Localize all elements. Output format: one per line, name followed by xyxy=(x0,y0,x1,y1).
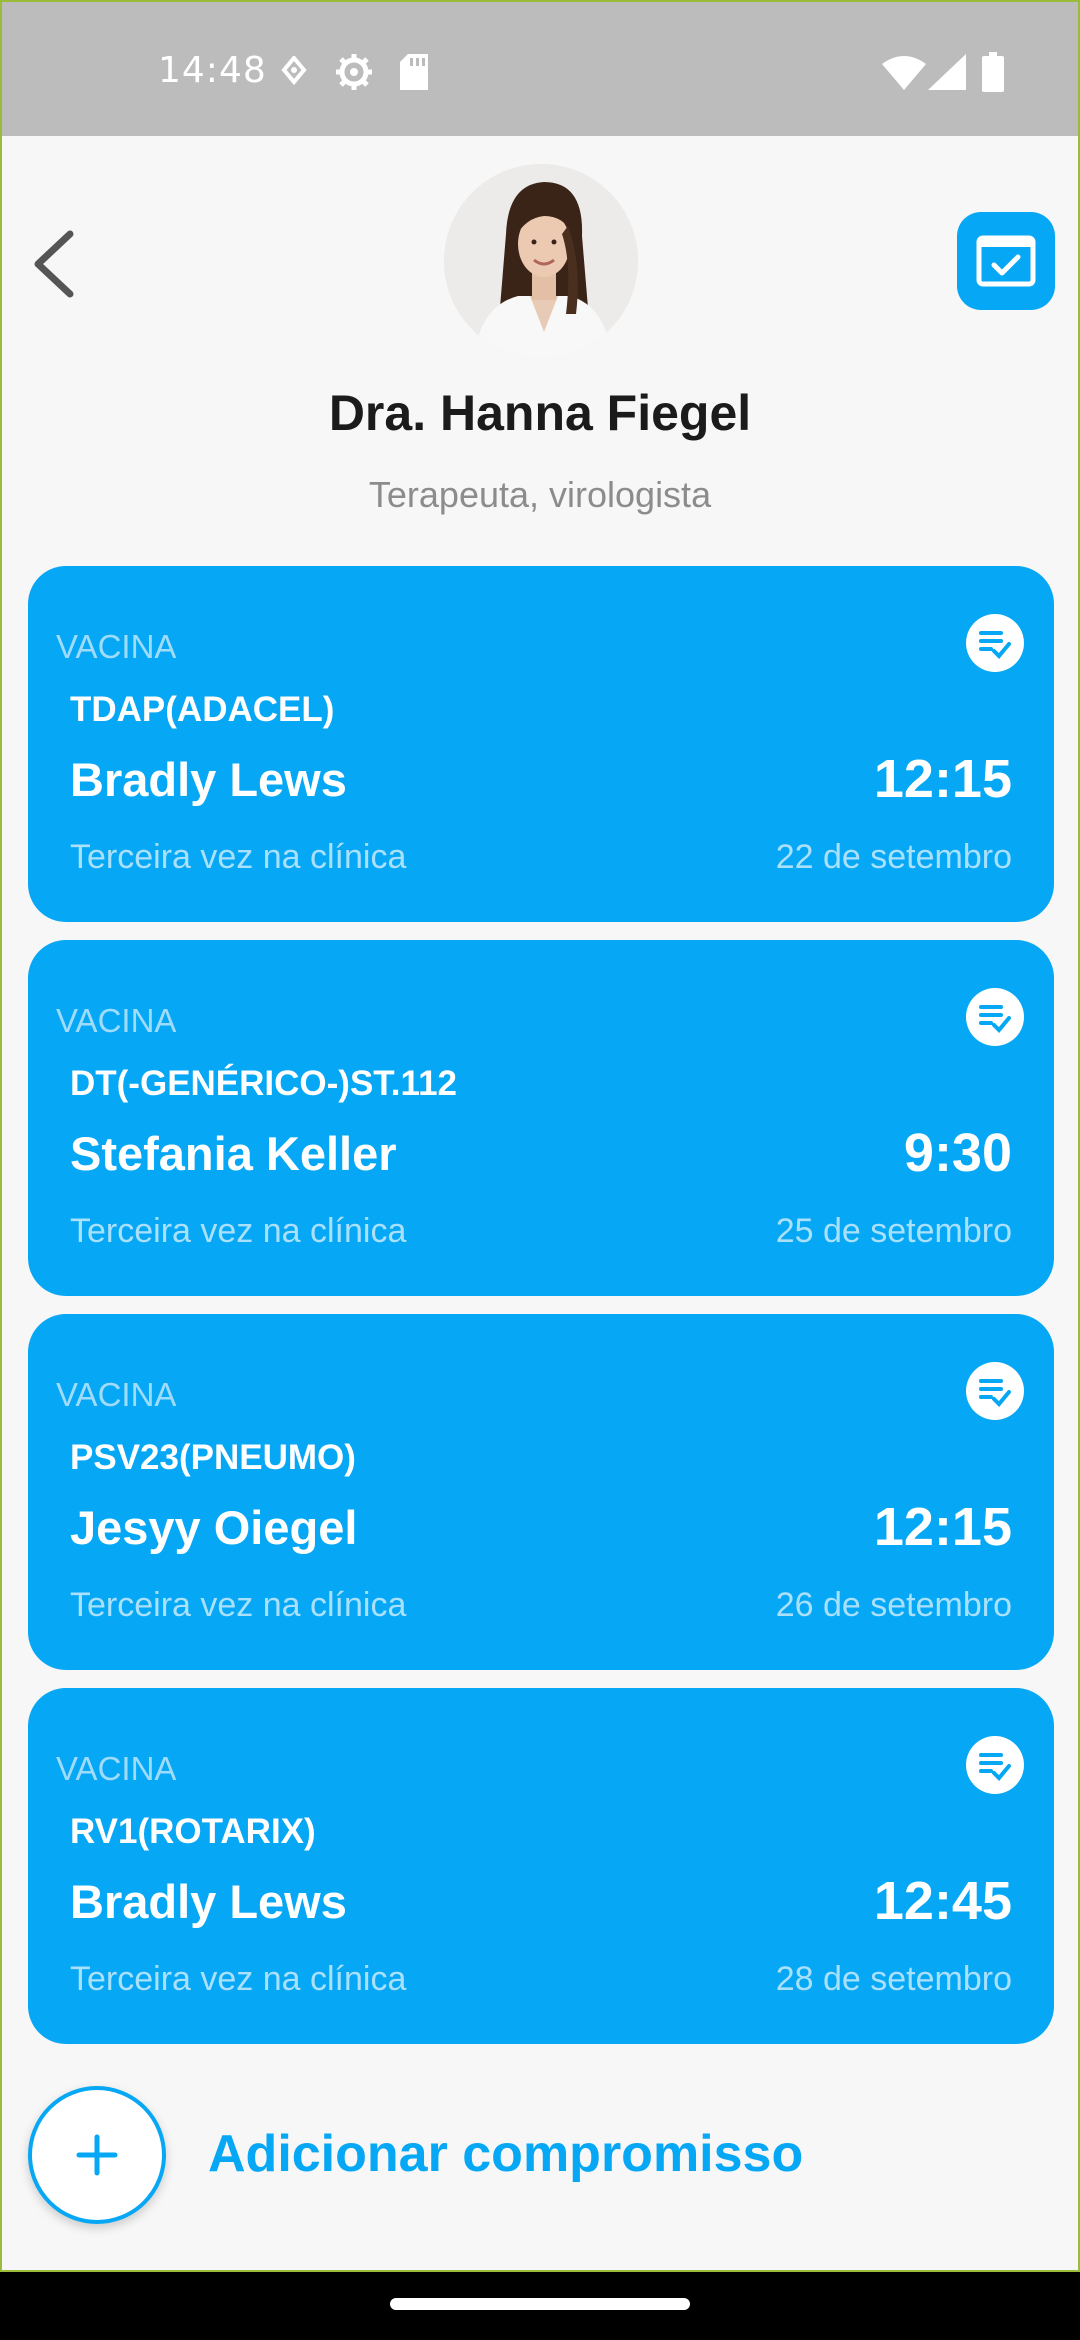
patient-name: Jesyy Oiegel xyxy=(70,1501,358,1554)
checklist-icon[interactable] xyxy=(966,988,1024,1046)
appointment-date: 25 de setembro xyxy=(775,1212,1012,1250)
chevron-left-icon xyxy=(34,230,74,298)
add-appointment-button[interactable] xyxy=(28,2086,166,2224)
appointment-note: Terceira vez na clínica xyxy=(70,838,407,876)
sd-card-icon xyxy=(400,54,428,90)
patient-name: Bradly Lews xyxy=(70,753,347,806)
add-appointment-label[interactable]: Adicionar compromisso xyxy=(208,2124,803,2184)
appointment-category: VACINA xyxy=(56,628,177,665)
appointment-card[interactable]: VACINA DT(-GENÉRICO-)ST.112 Stefania Kel… xyxy=(28,940,1054,1296)
checklist-icon[interactable] xyxy=(966,1736,1024,1794)
navigation-bar xyxy=(0,2272,1080,2340)
status-time: 14:48 xyxy=(158,50,267,91)
vaccine-name: DT(-GENÉRICO-)ST.112 xyxy=(70,1064,457,1103)
checklist-icon[interactable] xyxy=(966,614,1024,672)
appointment-card[interactable]: VACINA RV1(ROTARIX) Bradly Lews 12:45 Te… xyxy=(28,1688,1054,2044)
appointment-time: 12:45 xyxy=(873,1871,1012,1931)
doctor-role: Terapeuta, virologista xyxy=(368,474,712,515)
battery-icon xyxy=(982,52,1004,92)
status-bar: 14:48 xyxy=(2,2,1078,136)
doctor-avatar xyxy=(444,164,638,358)
app-screen: 14:48 Dra. Hanna Fiegel Terapeuta, virol… xyxy=(2,2,1078,2270)
home-gesture-handle[interactable] xyxy=(390,2298,690,2310)
appointment-category: VACINA xyxy=(56,1376,177,1413)
wifi-icon xyxy=(882,56,926,90)
appointment-category: VACINA xyxy=(56,1750,177,1787)
appointment-time: 9:30 xyxy=(903,1123,1012,1183)
appointment-note: Terceira vez na clínica xyxy=(70,1960,407,1998)
back-button[interactable] xyxy=(26,224,86,304)
vaccine-name: TDAP(ADACEL) xyxy=(70,690,335,729)
appointment-date: 22 de setembro xyxy=(775,838,1012,876)
appointment-card[interactable]: VACINA PSV23(PNEUMO) Jesyy Oiegel 12:15 … xyxy=(28,1314,1054,1670)
settings-icon xyxy=(336,54,372,90)
checklist-icon[interactable] xyxy=(966,1362,1024,1420)
calendar-check-icon xyxy=(976,235,1036,287)
appointment-card[interactable]: VACINA TDAP(ADACEL) Bradly Lews 12:15 Te… xyxy=(28,566,1054,922)
appointment-time: 12:15 xyxy=(873,749,1012,809)
patient-name: Bradly Lews xyxy=(70,1875,347,1928)
doctor-photo xyxy=(444,164,638,358)
appointment-date: 26 de setembro xyxy=(775,1586,1012,1624)
appointment-category: VACINA xyxy=(56,1002,177,1039)
vaccine-name: PSV23(PNEUMO) xyxy=(70,1438,356,1477)
doctor-name: Dra. Hanna Fiegel xyxy=(328,385,752,441)
appointment-note: Terceira vez na clínica xyxy=(70,1586,407,1624)
appointment-note: Terceira vez na clínica xyxy=(70,1212,407,1250)
calendar-check-button[interactable] xyxy=(957,212,1055,310)
vaccine-name: RV1(ROTARIX) xyxy=(70,1812,316,1851)
appointment-date: 28 de setembro xyxy=(775,1960,1012,1998)
appointment-time: 12:15 xyxy=(873,1497,1012,1557)
plus-icon xyxy=(76,2134,118,2176)
signal-icon xyxy=(928,54,966,90)
location-icon xyxy=(281,56,307,86)
patient-name: Stefania Keller xyxy=(70,1127,397,1180)
